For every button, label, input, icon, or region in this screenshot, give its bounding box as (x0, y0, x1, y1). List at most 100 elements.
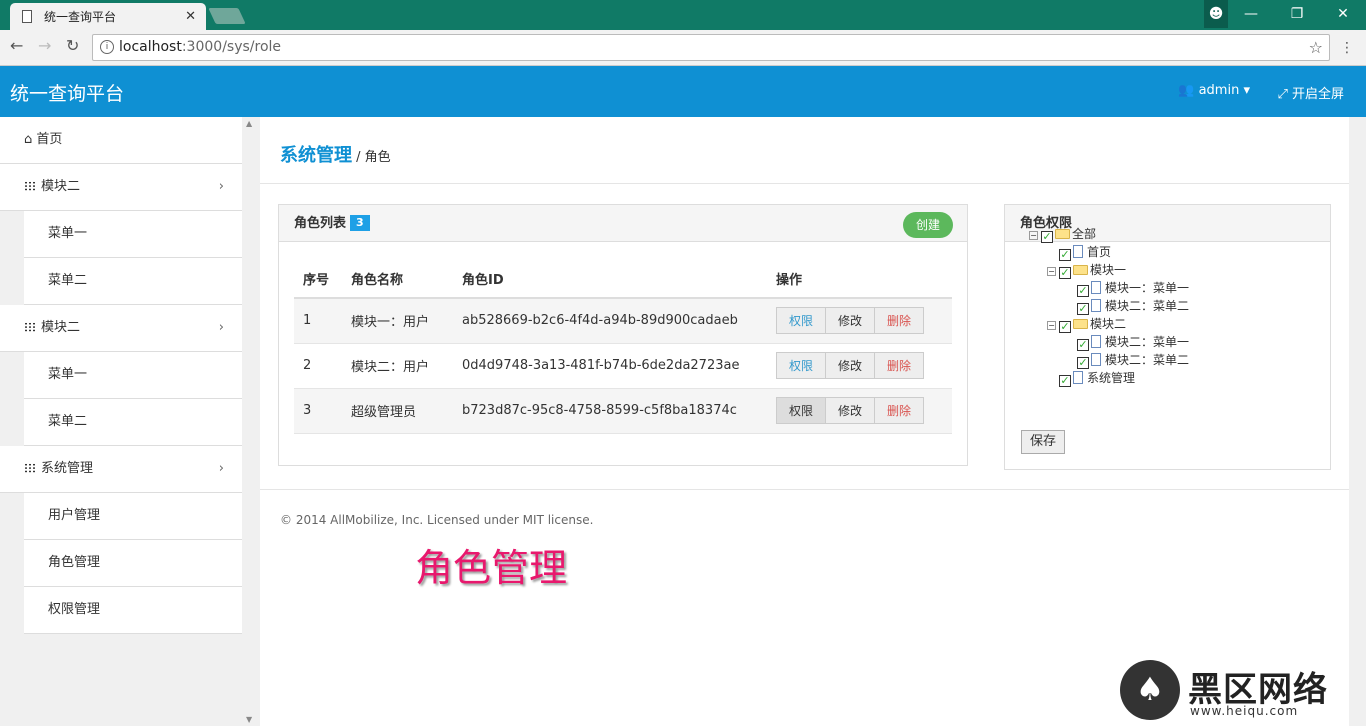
browser-tab-bar: 统一查询平台 ✕ ☻ — ❐ ✕ (0, 0, 1366, 30)
tree-node-m1-menu2[interactable]: ✓ 模块二：菜单二 (1077, 297, 1189, 315)
delete-button[interactable]: 删除 (874, 397, 924, 424)
tree-label: 首页 (1087, 245, 1112, 259)
watermark-url: www.heiqu.com (1190, 704, 1299, 718)
reload-icon[interactable]: ↻ (66, 36, 79, 55)
permission-button[interactable]: 权限 (776, 397, 826, 424)
profile-icon[interactable]: ☻ (1204, 0, 1228, 28)
checkbox[interactable]: ✓ (1077, 303, 1089, 315)
url-input[interactable]: i localhost:3000/sys/role ☆ (92, 34, 1330, 61)
fullscreen-label: 开启全屏 (1291, 87, 1344, 102)
collapse-icon[interactable]: − (1047, 321, 1056, 330)
close-window-button[interactable]: ✕ (1320, 0, 1366, 28)
breadcrumb-section[interactable]: 系统管理 (280, 145, 352, 166)
create-button[interactable]: 创建 (903, 212, 953, 238)
page-icon (1073, 371, 1083, 384)
fullscreen-button[interactable]: ⤢ 开启全屏 (1277, 83, 1344, 102)
menu-kebab-icon[interactable]: ⋮ (1340, 40, 1354, 56)
tree-node-module1[interactable]: − ✓ 模块一 (1047, 261, 1126, 279)
cell-no: 2 (294, 343, 342, 389)
cell-id: ab528669-b2c6-4f4d-a94b-89d900cadaeb (453, 298, 767, 344)
tree-node-system[interactable]: ✓ 系统管理 (1059, 369, 1135, 387)
checkbox[interactable]: ✓ (1059, 321, 1071, 333)
url-host: localhost (119, 39, 182, 55)
delete-button[interactable]: 删除 (874, 352, 924, 379)
checkbox[interactable]: ✓ (1077, 339, 1089, 351)
new-tab-button[interactable] (208, 8, 246, 24)
sidebar-subitem-menu1[interactable]: 菜单一 (24, 211, 242, 258)
breadcrumb-sep: / (352, 150, 365, 165)
page-scrollbar[interactable] (1349, 117, 1366, 726)
folder-icon (1073, 319, 1088, 329)
sidebar-subitem-roles[interactable]: 角色管理 (24, 540, 242, 587)
window-controls: ☻ — ❐ ✕ (1204, 0, 1366, 28)
sidebar-item-label: 菜单二 (48, 414, 88, 429)
breadcrumb-page: 角色 (364, 150, 391, 165)
sidebar-item-system[interactable]: 系统管理 › (0, 446, 242, 493)
restore-button[interactable]: ❐ (1274, 0, 1320, 28)
action-group: 权限 修改 删除 (776, 352, 924, 379)
tree-node-module2[interactable]: − ✓ 模块二 (1047, 315, 1126, 333)
collapse-icon[interactable]: − (1047, 267, 1056, 276)
tree-label: 全部 (1072, 227, 1097, 241)
sidebar-scrollbar[interactable]: ▲ ▼ (242, 117, 260, 726)
sidebar-item-module2[interactable]: 模块二 › (0, 164, 242, 211)
minimize-button[interactable]: — (1228, 0, 1274, 28)
checkbox[interactable]: ✓ (1041, 231, 1053, 243)
sidebar: ⌂ 首页 模块二 › 菜单一 菜单二 模块二 › 菜单一 菜单二 系统管理 › … (0, 117, 260, 726)
save-button[interactable]: 保存 (1021, 430, 1065, 454)
scroll-down-icon[interactable]: ▼ (246, 715, 252, 724)
app-header: 统一查询平台 👥 admin ▾ ⤢ 开启全屏 (0, 66, 1366, 117)
checkbox[interactable]: ✓ (1059, 375, 1071, 387)
main-content: 系统管理 / 角色 角色列表 3 创建 序号 角色名称 角色ID 操作 1 模块一… (260, 117, 1349, 726)
tab-title: 统一查询平台 (44, 10, 117, 24)
bookmark-star-icon[interactable]: ☆ (1309, 35, 1323, 60)
sidebar-subitem-users[interactable]: 用户管理 (24, 493, 242, 540)
collapse-icon[interactable]: − (1029, 231, 1038, 240)
checkbox[interactable]: ✓ (1059, 267, 1071, 279)
sidebar-item-label: 角色管理 (48, 555, 101, 570)
tree-label: 模块一 (1090, 263, 1127, 277)
edit-button[interactable]: 修改 (825, 307, 875, 335)
info-icon[interactable]: i (100, 40, 114, 54)
back-icon[interactable]: ← (10, 36, 23, 55)
tree-node-m1-menu1[interactable]: ✓ 模块一：菜单一 (1077, 279, 1189, 297)
tree-node-m2-menu1[interactable]: ✓ 模块二：菜单一 (1077, 333, 1189, 351)
sidebar-subitem-menu2[interactable]: 菜单二 (24, 258, 242, 305)
permission-button[interactable]: 权限 (776, 352, 826, 379)
mushroom-logo-icon: ♠ (1120, 660, 1180, 720)
tree-node-home[interactable]: ✓ 首页 (1059, 243, 1111, 261)
sidebar-item-label: 首页 (36, 132, 63, 147)
edit-button[interactable]: 修改 (825, 352, 875, 379)
checkbox[interactable]: ✓ (1059, 249, 1071, 261)
forward-icon[interactable]: → (38, 36, 51, 55)
permission-button[interactable]: 权限 (776, 307, 826, 335)
cell-id: b723d87c-95c8-4758-8599-c5f8ba18374c (453, 388, 767, 434)
tree-node-m2-menu2[interactable]: ✓ 模块二：菜单二 (1077, 351, 1189, 369)
sidebar-item-home[interactable]: ⌂ 首页 (0, 117, 242, 164)
browser-tab[interactable]: 统一查询平台 ✕ (10, 3, 206, 30)
checkbox[interactable]: ✓ (1077, 357, 1089, 369)
edit-button[interactable]: 修改 (825, 397, 875, 424)
checkbox[interactable]: ✓ (1077, 285, 1089, 297)
sidebar-item-label: 菜单一 (48, 367, 88, 382)
chevron-right-icon: › (218, 179, 224, 194)
cell-name: 超级管理员 (342, 388, 453, 434)
delete-button[interactable]: 删除 (874, 307, 924, 335)
sidebar-subitem-menu1-b[interactable]: 菜单一 (24, 352, 242, 399)
tree-label: 模块二：菜单二 (1105, 353, 1190, 367)
action-group: 权限 修改 删除 (776, 397, 924, 424)
app-title[interactable]: 统一查询平台 (10, 79, 124, 106)
sidebar-subitem-permissions[interactable]: 权限管理 (24, 587, 242, 634)
tree-label: 模块一：菜单一 (1105, 281, 1190, 295)
cell-no: 3 (294, 388, 342, 434)
home-icon: ⌂ (24, 132, 33, 147)
tab-close-icon[interactable]: ✕ (185, 9, 196, 24)
scroll-up-icon[interactable]: ▲ (246, 119, 252, 128)
col-header: 操作 (767, 260, 952, 299)
tree-node-all[interactable]: − ✓ 全部 (1029, 225, 1096, 243)
sidebar-subitem-menu2-b[interactable]: 菜单二 (24, 399, 242, 446)
folder-icon (1073, 265, 1088, 275)
admin-menu[interactable]: 👥 admin ▾ (1178, 83, 1250, 98)
sidebar-item-module2-b[interactable]: 模块二 › (0, 305, 242, 352)
cell-name: 模块二：用户 (342, 343, 453, 389)
